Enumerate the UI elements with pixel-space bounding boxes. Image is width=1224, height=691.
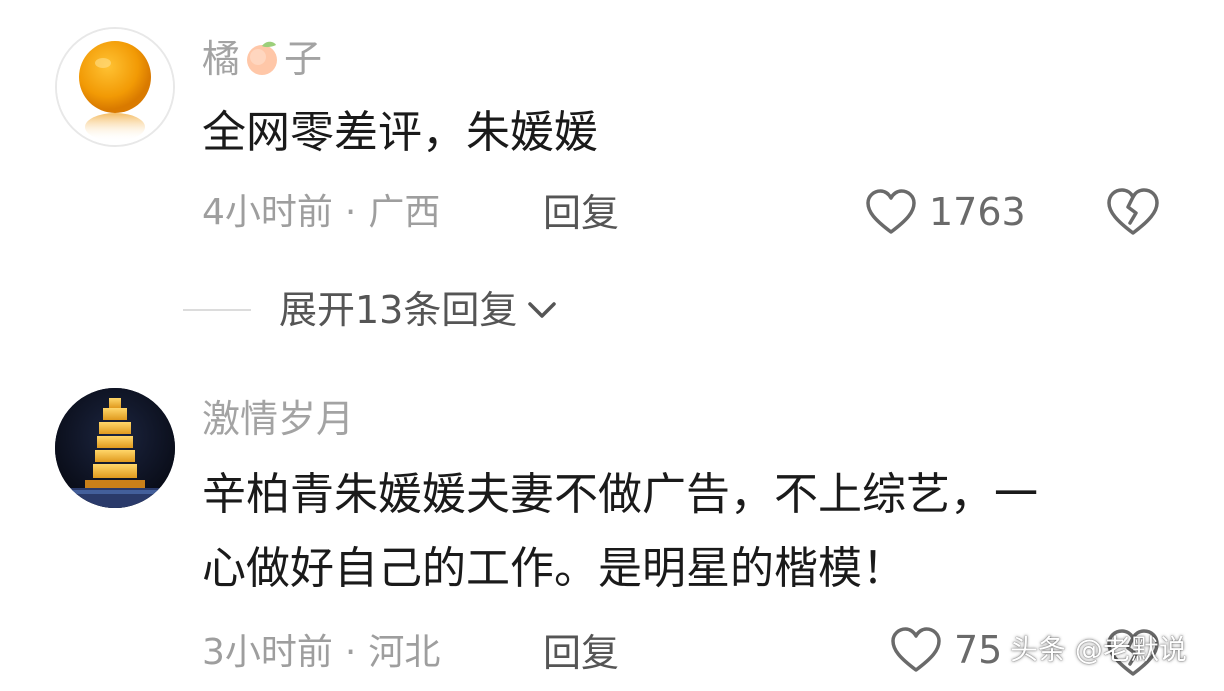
meta-separator: · (344, 632, 357, 673)
comment-meta: 3小时前 · 河北 (202, 635, 440, 671)
watermark-text: 头条 @老默说 (1010, 633, 1187, 666)
comment-line: 心做好自己的工作。是明星的楷模！ (202, 543, 906, 594)
reply-button[interactable]: 回复 (543, 634, 619, 672)
comment-location: 河北 (368, 632, 441, 673)
comment-line: 辛柏青朱媛媛夫妻不做广告，不上综艺，一 (202, 469, 1038, 520)
night-pagoda-avatar-icon (55, 388, 175, 508)
comment-text: 辛柏青朱媛媛夫妻不做广告，不上综艺，一 心做好自己的工作。是明星的楷模！ (202, 458, 1038, 606)
like-button[interactable]: 75 (890, 625, 1002, 675)
like-count: 75 (954, 628, 1003, 672)
user-avatar[interactable] (55, 388, 175, 508)
comment-time: 3小时前 (202, 632, 333, 673)
username[interactable]: 激情岁月 (202, 400, 354, 438)
heart-outline-icon (891, 627, 941, 672)
comment-item: 激情岁月 辛柏青朱媛媛夫妻不做广告，不上综艺，一 心做好自己的工作。是明星的楷模… (0, 0, 1224, 691)
